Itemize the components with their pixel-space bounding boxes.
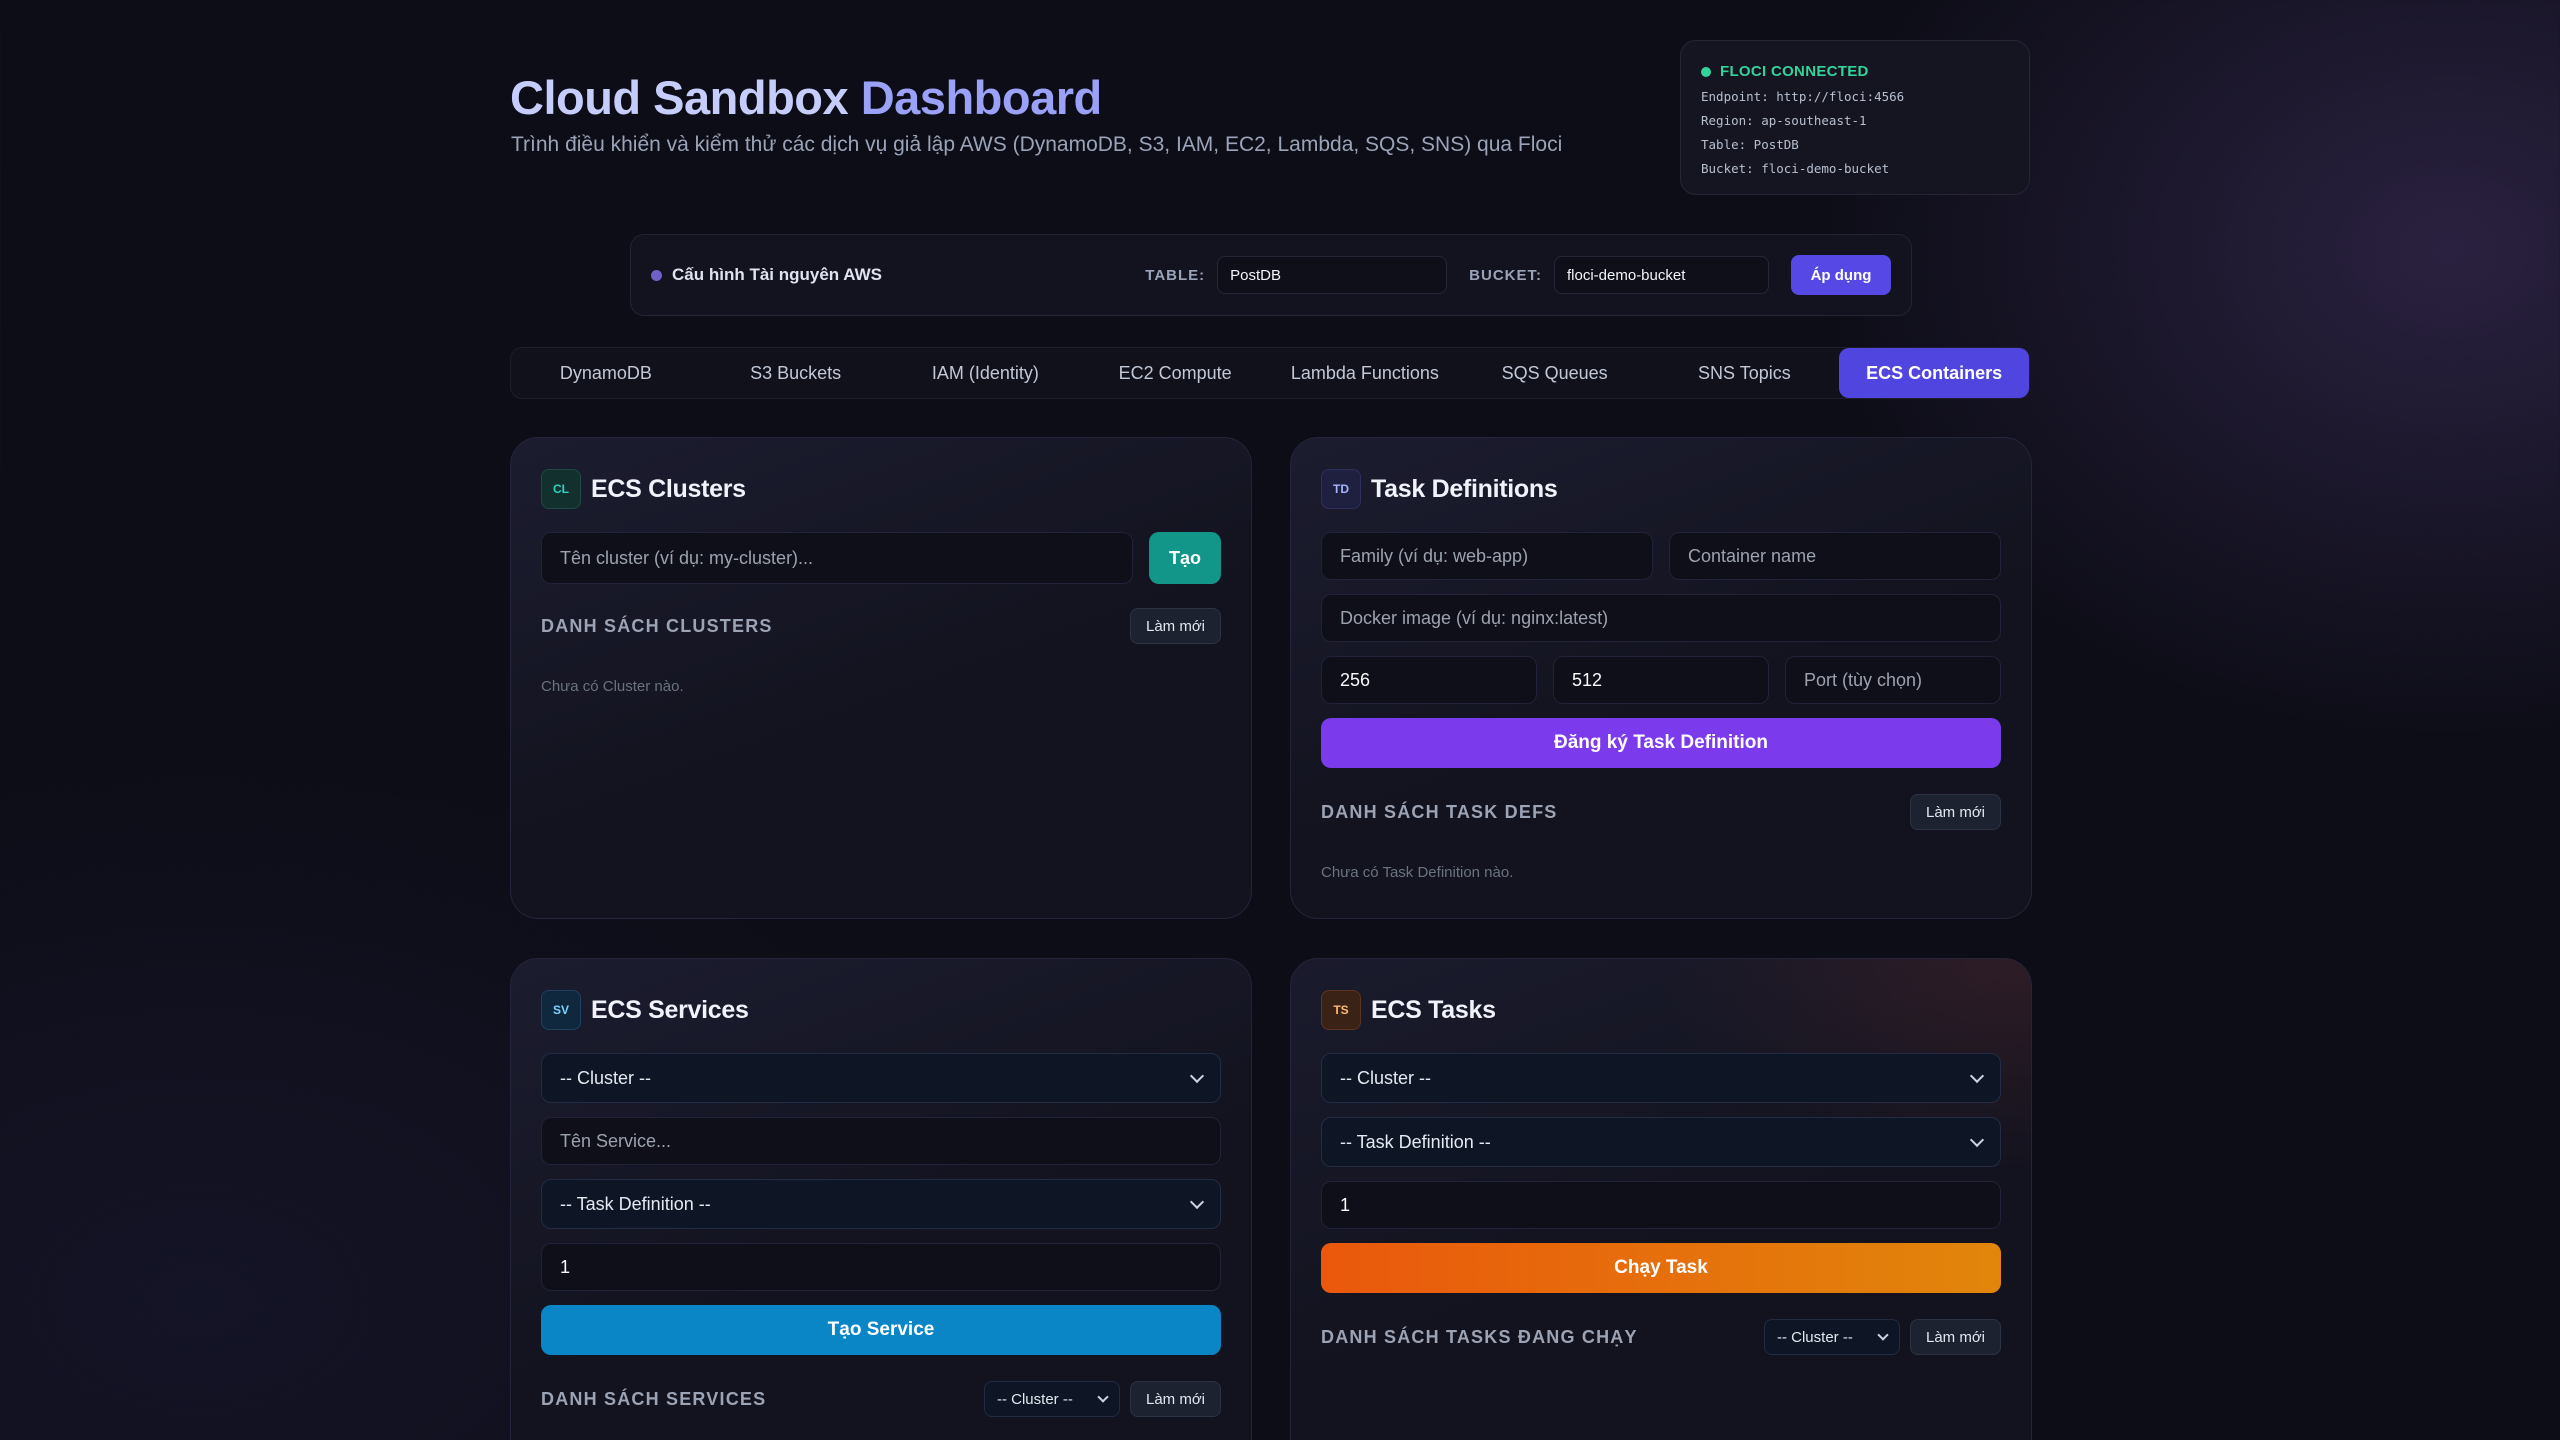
tasks-cluster-filter[interactable]: -- Cluster -- [1763, 1319, 1900, 1355]
services-cluster-filter-value: -- Cluster -- [996, 1390, 1073, 1408]
create-cluster-button[interactable]: Tạo [1149, 532, 1221, 584]
service-cluster-select-value: -- Cluster -- [560, 1067, 651, 1088]
chevron-down-icon [1969, 1068, 1985, 1083]
table-input[interactable] [1217, 256, 1448, 294]
table-label: TABLE: [1145, 266, 1206, 284]
tab-iam[interactable]: IAM (Identity) [891, 348, 1081, 398]
tab-ec2-compute[interactable]: EC2 Compute [1080, 348, 1270, 398]
refresh-clusters-button[interactable]: Làm mới [1129, 608, 1221, 644]
config-title-label: Cấu hình Tài nguyên AWS [672, 265, 882, 284]
chevron-down-icon [1877, 1328, 1889, 1341]
service-name-input[interactable]: Tên Service... [541, 1117, 1221, 1165]
chevron-down-icon [1969, 1132, 1985, 1147]
ecs-clusters-panel: CL ECS Clusters Tên cluster (ví dụ: my-c… [510, 437, 1252, 919]
task-definitions-panel: TD Task Definitions Family (ví dụ: web-a… [1290, 437, 2032, 919]
memory-input[interactable]: 512 [1553, 656, 1769, 704]
refresh-services-button[interactable]: Làm mới [1129, 1381, 1221, 1417]
services-badge-icon: SV [541, 990, 581, 1030]
port-input[interactable]: Port (tùy chọn) [1785, 656, 2001, 704]
family-input[interactable]: Family (ví dụ: web-app) [1321, 532, 1653, 580]
services-cluster-filter[interactable]: -- Cluster -- [983, 1381, 1120, 1417]
task-cluster-select-value: -- Cluster -- [1340, 1067, 1431, 1088]
resource-config-bar: Cấu hình Tài nguyên AWS TABLE: BUCKET: Á… [630, 234, 1912, 316]
tasks-title: ECS Tasks [1371, 995, 1496, 1024]
service-taskdef-select-value: -- Task Definition -- [560, 1193, 711, 1214]
service-tabs: DynamoDB S3 Buckets IAM (Identity) EC2 C… [510, 347, 2030, 399]
task-count-input[interactable]: 1 [1321, 1181, 2001, 1229]
table-text: Table: PostDB [1701, 137, 1799, 152]
floci-status-card: FLOCI CONNECTED Endpoint: http://floci:4… [1680, 40, 2030, 195]
tasks-list-label: DANH SÁCH TASKS ĐANG CHẠY [1321, 1326, 1638, 1347]
status-dot-icon [1701, 66, 1711, 77]
docker-image-input[interactable]: Docker image (ví dụ: nginx:latest) [1321, 594, 2001, 642]
clusters-empty-text: Chưa có Cluster nào. [541, 678, 684, 695]
chevron-down-icon [1189, 1068, 1205, 1083]
bucket-input[interactable] [1554, 256, 1769, 294]
bucket-text: Bucket: floci-demo-bucket [1701, 161, 1890, 176]
connection-status: FLOCI CONNECTED [1701, 63, 2009, 80]
page-subtitle: Trình điều khiển và kiểm thử các dịch vụ… [511, 133, 1563, 156]
ecs-tasks-panel: TS ECS Tasks -- Cluster -- -- Task Defin… [1290, 958, 2032, 1440]
ecs-services-panel: SV ECS Services -- Cluster -- Tên Servic… [510, 958, 1252, 1440]
tasks-badge-icon: TS [1321, 990, 1361, 1030]
tab-dynamodb[interactable]: DynamoDB [511, 348, 701, 398]
refresh-tasks-button[interactable]: Làm mới [1909, 1319, 2001, 1355]
clusters-badge-icon: CL [541, 469, 581, 509]
register-task-definition-button[interactable]: Đăng ký Task Definition [1321, 718, 2001, 768]
services-title: ECS Services [591, 995, 749, 1024]
refresh-taskdefs-button[interactable]: Làm mới [1909, 794, 2001, 830]
apply-button[interactable]: Áp dụng [1791, 255, 1891, 295]
tab-ecs-containers[interactable]: ECS Containers [1839, 348, 2029, 398]
connection-status-label: FLOCI CONNECTED [1720, 63, 1869, 80]
task-taskdef-select-value: -- Task Definition -- [1340, 1131, 1491, 1152]
page-title: Cloud Sandbox Dashboard [510, 70, 1102, 125]
services-list-label: DANH SÁCH SERVICES [541, 1388, 767, 1409]
region-text: Region: ap-southeast-1 [1701, 113, 1867, 128]
task-cluster-select[interactable]: -- Cluster -- [1321, 1053, 2001, 1103]
service-taskdef-select[interactable]: -- Task Definition -- [541, 1179, 1221, 1229]
create-service-button[interactable]: Tạo Service [541, 1305, 1221, 1355]
config-title: Cấu hình Tài nguyên AWS [651, 265, 882, 285]
tasks-cluster-filter-value: -- Cluster -- [1776, 1328, 1853, 1346]
taskdefs-badge-icon: TD [1321, 469, 1361, 509]
tab-s3-buckets[interactable]: S3 Buckets [701, 348, 891, 398]
container-name-input[interactable]: Container name [1669, 532, 2001, 580]
cluster-name-input[interactable]: Tên cluster (ví dụ: my-cluster)... [541, 532, 1133, 584]
task-taskdef-select[interactable]: -- Task Definition -- [1321, 1117, 2001, 1167]
taskdefs-empty-text: Chưa có Task Definition nào. [1321, 864, 1514, 881]
desired-count-input[interactable]: 1 [541, 1243, 1221, 1291]
tab-sns-topics[interactable]: SNS Topics [1650, 348, 1840, 398]
config-dot-icon [651, 269, 662, 281]
taskdefs-title: Task Definitions [1371, 474, 1558, 503]
tab-lambda-functions[interactable]: Lambda Functions [1270, 348, 1460, 398]
chevron-down-icon [1189, 1194, 1205, 1209]
chevron-down-icon [1097, 1390, 1109, 1403]
taskdefs-list-label: DANH SÁCH TASK DEFS [1321, 801, 1558, 822]
page-title-main: Cloud Sandbox [510, 71, 849, 124]
page-title-accent: Dashboard [860, 71, 1103, 124]
bucket-label: BUCKET: [1469, 266, 1542, 284]
tab-sqs-queues[interactable]: SQS Queues [1460, 348, 1650, 398]
service-cluster-select[interactable]: -- Cluster -- [541, 1053, 1221, 1103]
cpu-input[interactable]: 256 [1321, 656, 1537, 704]
clusters-list-label: DANH SÁCH CLUSTERS [541, 615, 773, 636]
endpoint-text: Endpoint: http://floci:4566 [1701, 89, 1905, 104]
clusters-title: ECS Clusters [591, 474, 746, 503]
run-task-button[interactable]: Chạy Task [1321, 1243, 2001, 1293]
